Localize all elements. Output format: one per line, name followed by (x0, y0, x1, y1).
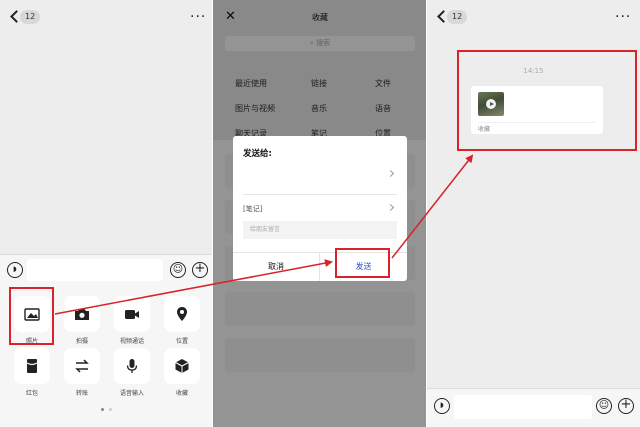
arrow-to-send (54, 259, 333, 315)
arrow-to-result (391, 154, 474, 259)
annotation-arrows (54, 154, 474, 315)
